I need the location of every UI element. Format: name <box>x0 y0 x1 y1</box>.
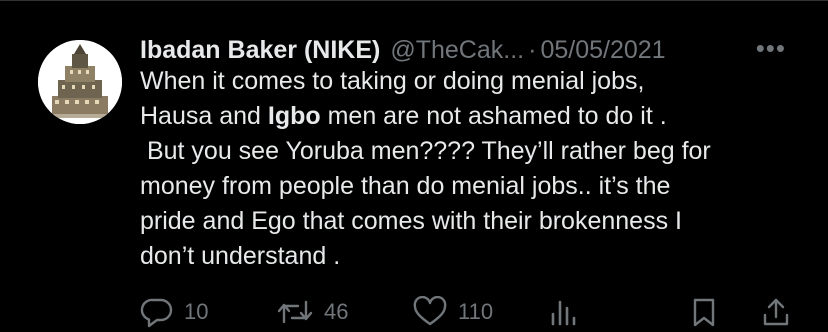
tweet-text-line: When it comes to taking or doing menial … <box>140 67 645 95</box>
like-button[interactable]: 110 <box>412 296 493 328</box>
display-name[interactable]: Ibadan Baker (NIKE) <box>140 34 380 66</box>
bookmark-icon <box>693 298 715 327</box>
retweet-button[interactable]: 46 <box>276 296 348 328</box>
share-icon <box>763 298 789 326</box>
tweet-text-segment: men are not ashamed to do it . <box>320 102 667 130</box>
reply-button[interactable]: 10 <box>140 296 208 328</box>
tweet-text-line: Hausa and Igbo men are not ashamed to do… <box>140 99 810 134</box>
reply-icon <box>140 298 173 328</box>
avatar[interactable] <box>38 40 122 124</box>
action-bar: 10 46 110 <box>140 296 810 332</box>
like-count: 110 <box>458 299 494 324</box>
views-icon <box>551 300 576 326</box>
separator-dot: · <box>528 36 537 64</box>
retweet-icon <box>277 300 313 324</box>
tweet-text-line: But you see Yoruba men???? They’ll rathe… <box>140 137 711 165</box>
tweet-text-segment: Hausa and <box>140 102 268 130</box>
handle[interactable]: @TheCak... <box>390 34 524 66</box>
highlighted-word: Igbo <box>267 102 321 130</box>
tweet[interactable]: Ibadan Baker (NIKE) @TheCak... · 05/05/2… <box>0 0 828 328</box>
tweet-date[interactable]: 05/05/2021 <box>540 34 665 66</box>
tweet-text-line: pride and Ego that comes with their brok… <box>140 207 682 235</box>
tweet-text: When it comes to taking or doing menial … <box>140 64 810 274</box>
views-button[interactable] <box>548 296 578 328</box>
share-button[interactable] <box>760 296 792 328</box>
tweet-text-line: don’t understand . <box>140 242 341 270</box>
heart-icon <box>413 296 447 326</box>
tweet-text-line: money from people than do menial jobs.. … <box>140 172 671 200</box>
cake-avatar-image <box>38 40 122 124</box>
more-dots-icon[interactable]: ••• <box>756 34 786 62</box>
tweet-header: Ibadan Baker (NIKE) @TheCak... · 05/05/2… <box>140 34 810 66</box>
retweet-count: 46 <box>324 299 349 324</box>
bookmark-button[interactable] <box>690 296 718 328</box>
reply-count: 10 <box>184 299 209 324</box>
